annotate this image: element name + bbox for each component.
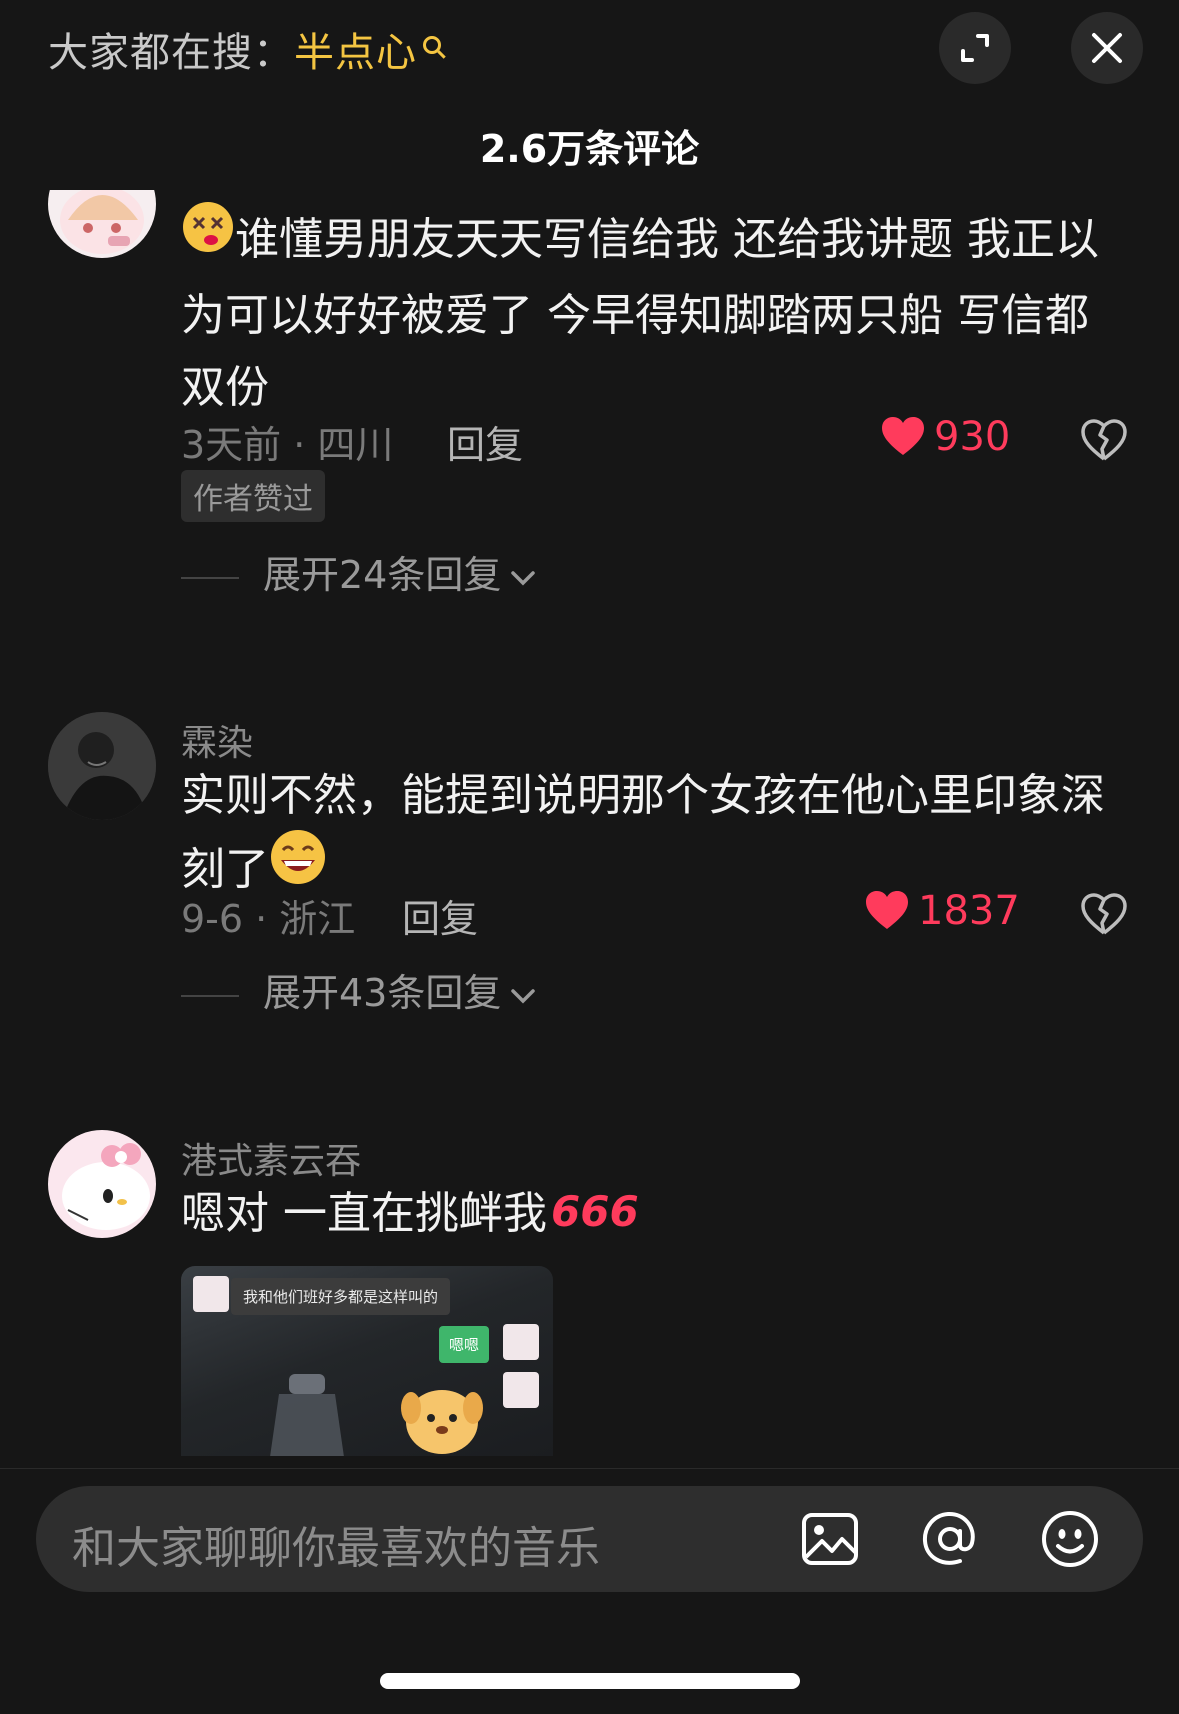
image-button[interactable] [800, 1509, 860, 1573]
heart-filled-icon [882, 417, 924, 455]
chevron-down-icon [511, 570, 536, 585]
comment-text: 谁懂男朋友天天写信给我 还给我讲题 我正以为可以好好被爱了 今早得知脚踏两只船 … [181, 202, 1131, 424]
broken-heart-icon [1081, 419, 1127, 461]
fullscreen-button[interactable] [939, 12, 1011, 84]
like-button[interactable]: 1837 [864, 888, 1020, 934]
comment-image[interactable]: 我和他们班好多都是这样叫的 嗯嗯 [181, 1266, 553, 1456]
at-sign-icon [922, 1511, 975, 1565]
comment-time-location: 3天前 · 四川 [181, 423, 394, 467]
trending-search[interactable]: 大家都在搜：半点心 [48, 20, 441, 78]
avatar[interactable] [48, 1130, 156, 1238]
reply-button[interactable]: 回复 [447, 414, 523, 469]
username[interactable]: 霖染 [181, 714, 253, 766]
author-liked-badge: 作者赞过 [181, 470, 325, 522]
comment-count-title: 2.6万条评论 [479, 127, 700, 171]
chat-avatar [503, 1372, 539, 1408]
chat-bubble-right: 嗯嗯 [439, 1326, 490, 1363]
expand-replies-button[interactable]: 展开43条回复 [181, 962, 537, 1017]
chat-bubble-left: 我和他们班好多都是这样叫的 [231, 1278, 451, 1315]
search-keyword[interactable]: 半点心 [294, 30, 417, 76]
comment-input-bar[interactable]: 和大家聊聊你最喜欢的音乐 [36, 1486, 1143, 1592]
emoji-button[interactable] [1040, 1509, 1100, 1573]
expand-replies-button[interactable]: 展开24条回复 [181, 544, 537, 599]
chat-avatar [193, 1276, 229, 1312]
divider [0, 1468, 1179, 1469]
smiley-face-icon [1042, 1511, 1098, 1567]
dizzy-face-emoji-icon [181, 200, 235, 276]
puppy-sticker-icon [401, 1390, 483, 1454]
comment-text: 嗯对 一直在挑衅我666 [181, 1178, 1131, 1252]
search-icon [423, 36, 441, 54]
divider [181, 994, 239, 997]
like-button[interactable]: 930 [880, 414, 1010, 460]
broken-heart-icon [1081, 893, 1127, 935]
comment-input[interactable]: 和大家聊聊你最喜欢的音乐 [72, 1512, 600, 1576]
expand-icon [961, 34, 989, 62]
sticker-666: 666 [551, 1187, 639, 1236]
close-icon [1092, 33, 1122, 63]
chat-avatar [503, 1324, 539, 1360]
dislike-button[interactable] [1080, 892, 1128, 940]
home-indicator[interactable] [380, 1673, 800, 1689]
image-icon [802, 1513, 858, 1565]
search-prefix: 大家都在搜： [48, 30, 294, 76]
dislike-button[interactable] [1080, 418, 1128, 466]
close-button[interactable] [1071, 12, 1143, 84]
chevron-down-icon [511, 988, 536, 1003]
bottle-shape [270, 1374, 344, 1456]
like-count: 930 [934, 414, 1011, 460]
reply-button[interactable]: 回复 [402, 888, 478, 943]
avatar[interactable] [48, 712, 156, 820]
comment-list[interactable]: 谁懂男朋友天天写信给我 还给我讲题 我正以为可以好好被爱了 今早得知脚踏两只船 … [0, 190, 1179, 1468]
comment-time-location: 9-6 · 浙江 [181, 897, 356, 941]
like-count: 1837 [918, 888, 1020, 934]
username[interactable]: 港式素云吞 [181, 1132, 361, 1184]
avatar[interactable] [48, 190, 156, 258]
mention-button[interactable] [920, 1509, 980, 1573]
divider [181, 576, 239, 579]
heart-filled-icon [866, 891, 908, 929]
top-bar: 大家都在搜：半点心 [0, 0, 1179, 100]
